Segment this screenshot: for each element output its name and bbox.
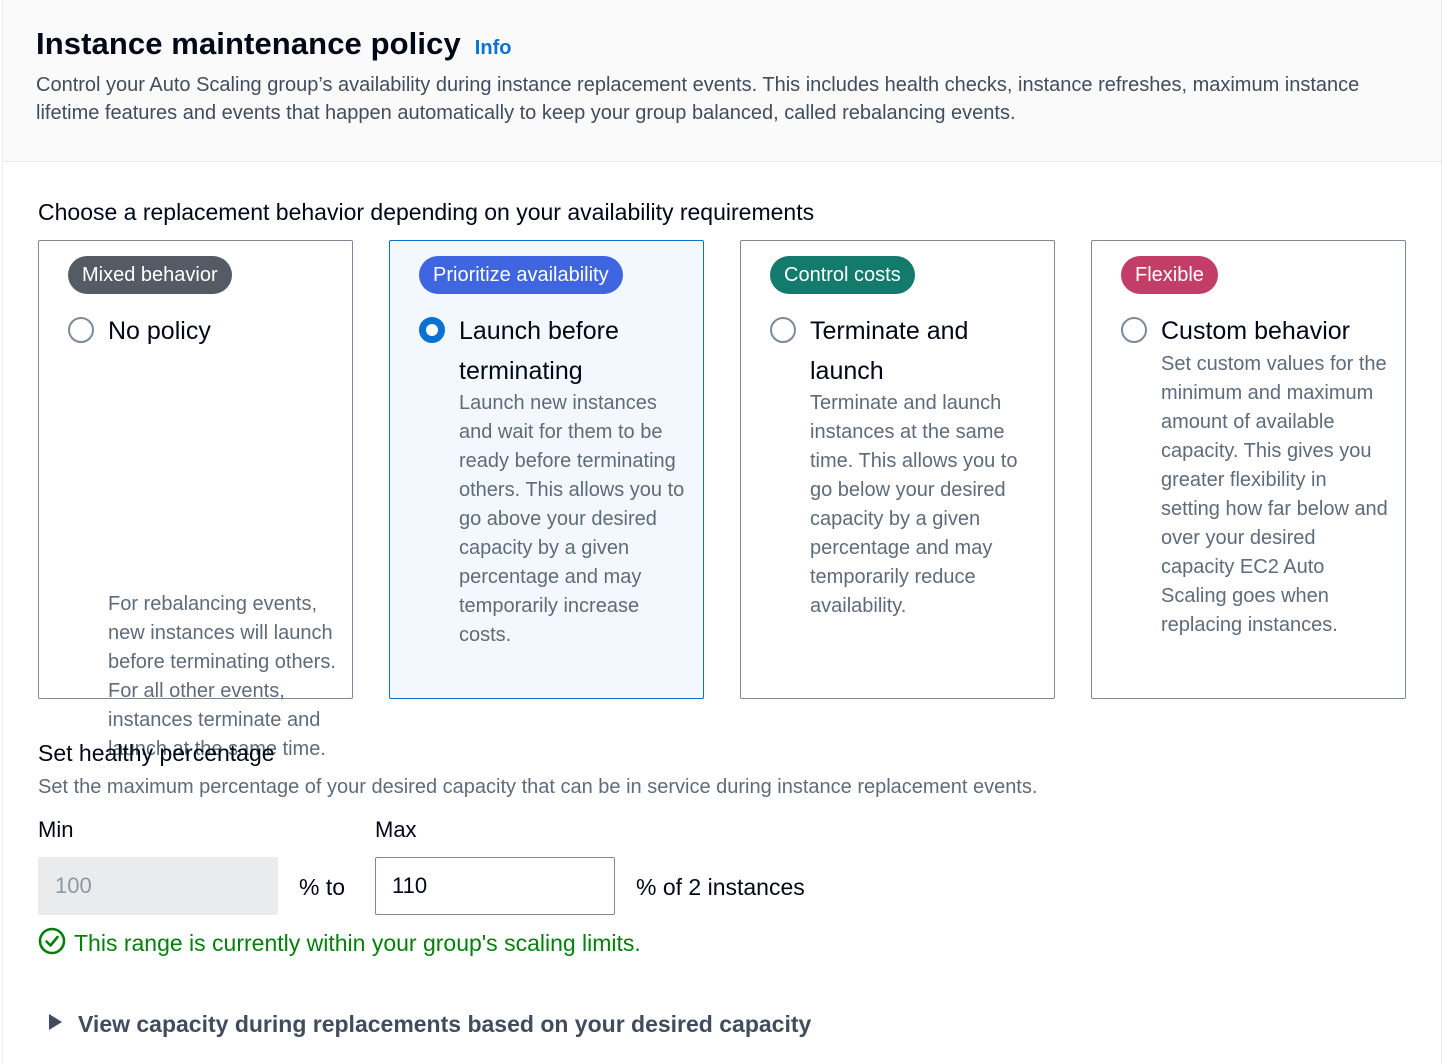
healthy-percentage-title: Set healthy percentage — [38, 740, 275, 766]
badge-prioritize-availability: Prioritize availability — [419, 256, 623, 294]
capacity-expander[interactable]: View capacity during replacements based … — [46, 1011, 811, 1038]
option-title-launch-before-terminating: Launch before terminating — [459, 317, 619, 385]
option-card-custom-behavior[interactable]: Flexible Custom behavior Set custom valu… — [1091, 240, 1406, 699]
page-title: Instance maintenance policy — [36, 26, 461, 61]
option-description-terminate-and-launch: Terminate and launch instances at the sa… — [810, 392, 1018, 617]
option-description-custom-behavior: Set custom values for the minimum and ma… — [1161, 353, 1388, 636]
header-description: Control your Auto Scaling group’s availa… — [36, 74, 1360, 124]
radio-no-policy[interactable] — [68, 317, 94, 343]
radio-launch-before-terminating[interactable] — [419, 317, 445, 343]
info-link[interactable]: Info — [475, 37, 512, 60]
option-title-terminate-and-launch: Terminate and launch — [810, 317, 969, 385]
badge-control-costs: Control costs — [770, 256, 915, 294]
option-description-no-policy: For rebalancing events, new instances wi… — [108, 593, 336, 760]
option-card-terminate-and-launch[interactable]: Control costs Terminate and launch Termi… — [740, 240, 1055, 699]
title-row: Instance maintenance policy Info — [36, 26, 511, 62]
caret-right-icon — [46, 1012, 64, 1037]
min-percentage-input — [38, 857, 278, 915]
instances-suffix-text: % of 2 instances — [636, 874, 805, 900]
radio-terminate-and-launch[interactable] — [770, 317, 796, 343]
badge-mixed-behavior: Mixed behavior — [68, 256, 232, 294]
status-text: This range is currently within your grou… — [74, 930, 641, 956]
max-percentage-input[interactable] — [375, 857, 615, 915]
option-title-custom-behavior: Custom behavior — [1161, 317, 1350, 345]
badge-flexible: Flexible — [1121, 256, 1218, 294]
percent-to-text: % to — [299, 874, 346, 900]
status-message: This range is currently within your grou… — [38, 927, 641, 960]
expander-label: View capacity during replacements based … — [78, 1011, 812, 1037]
option-title-no-policy: No policy — [108, 317, 211, 345]
check-circle-icon — [38, 927, 66, 960]
replacement-behavior-label: Choose a replacement behavior depending … — [38, 199, 815, 225]
radio-custom-behavior[interactable] — [1121, 317, 1147, 343]
min-label: Min — [38, 817, 74, 842]
option-card-launch-before-terminating[interactable]: Prioritize availability Launch before te… — [389, 240, 704, 699]
option-card-no-policy[interactable]: Mixed behavior No policy For rebalancing… — [38, 240, 353, 760]
option-description-launch-before-terminating: Launch new instances and wait for them t… — [459, 392, 685, 646]
max-label: Max — [375, 817, 417, 842]
healthy-percentage-description: Set the maximum percentage of your desir… — [38, 776, 1038, 798]
